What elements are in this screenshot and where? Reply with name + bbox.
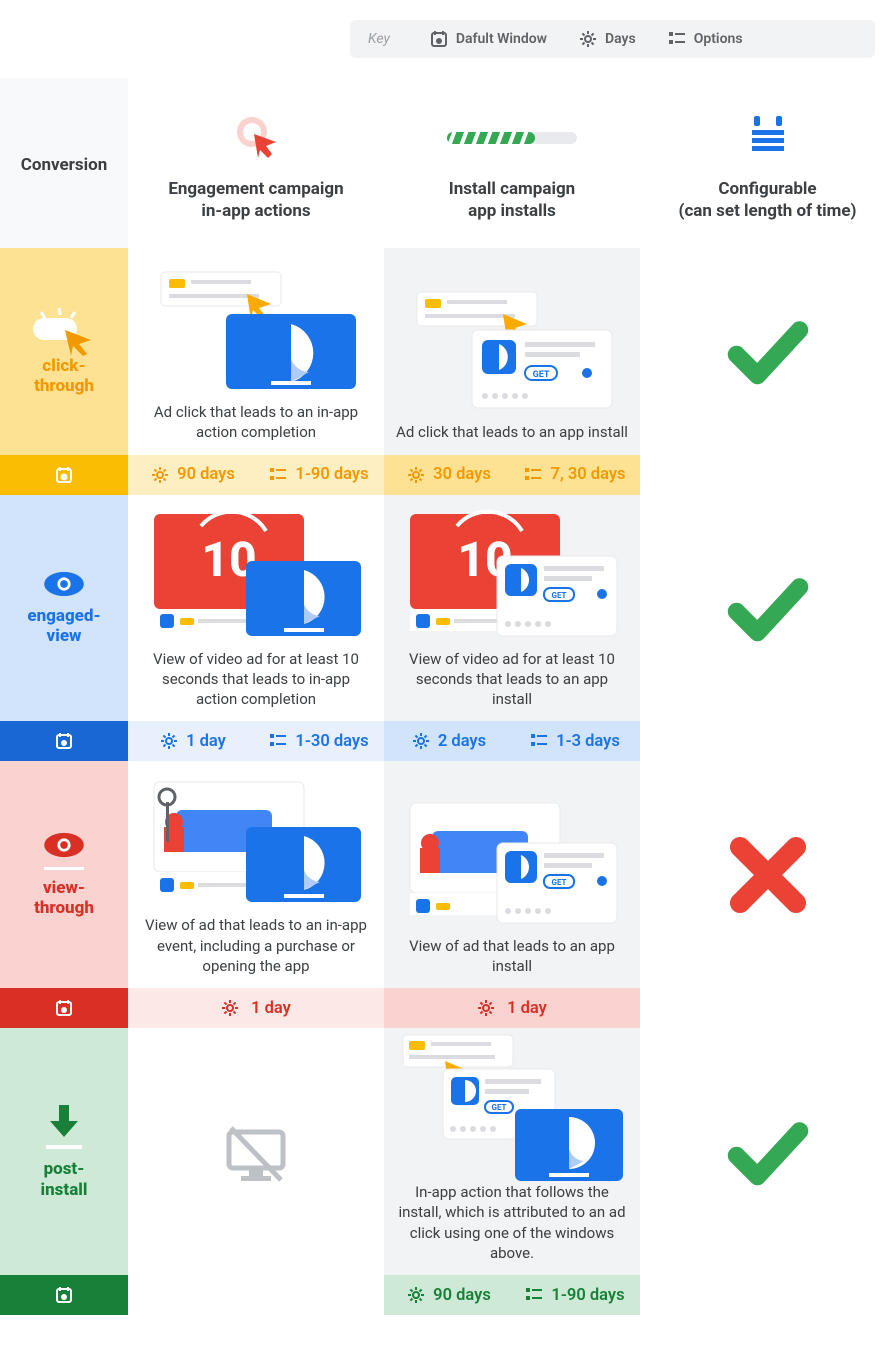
ad-click-to-install-illustration: GET bbox=[396, 284, 628, 414]
gear-icon bbox=[477, 999, 495, 1017]
cell-click-through-configurable bbox=[640, 248, 895, 455]
cell-post-install-install: GET In-app action that follows the insta… bbox=[384, 1028, 640, 1275]
progress-bar-icon bbox=[394, 108, 630, 168]
check-icon bbox=[718, 573, 818, 643]
check-icon bbox=[718, 316, 818, 386]
bar-click-through-empty bbox=[640, 455, 895, 495]
row-label-view-through: view- through bbox=[0, 761, 128, 988]
ad-to-install-to-app-illustration: GET bbox=[396, 1044, 628, 1174]
comparison-grid: Conversion Engagement campaign in-app ac… bbox=[0, 78, 895, 1315]
legend-default-window: Dafult Window bbox=[430, 30, 547, 48]
bar-click-through-engagement: 90 days 1-90 days bbox=[128, 455, 384, 495]
header-configurable: Configurable (can set length of time) bbox=[640, 78, 895, 248]
video-10s-to-install-illustration: 10 GET bbox=[396, 511, 628, 641]
cell-engaged-view-engagement: 10 View of video ad for at least 10 seco… bbox=[128, 495, 384, 722]
svg-text:GET: GET bbox=[492, 1103, 507, 1112]
legend-options: Options bbox=[668, 30, 743, 48]
gear-icon bbox=[151, 466, 169, 484]
cell-click-through-engagement: Ad click that leads to an in-app action … bbox=[128, 248, 384, 455]
click-button-icon bbox=[29, 306, 99, 356]
calendar-icon bbox=[430, 30, 448, 48]
cell-engaged-view-install: 10 GET View of video ad for at least 10 … bbox=[384, 495, 640, 722]
cell-view-through-install: GET View of ad that leads to an app inst… bbox=[384, 761, 640, 988]
bar-label-post-install bbox=[0, 1275, 128, 1315]
video-10s-to-app-illustration: 10 bbox=[140, 511, 372, 641]
legend-bar: Key Dafult Window Days Options bbox=[350, 20, 875, 58]
bar-engaged-view-install: 2 days 1-3 days bbox=[384, 721, 640, 761]
bar-label-engaged-view bbox=[0, 721, 128, 761]
list-icon bbox=[530, 732, 548, 750]
cross-icon bbox=[728, 835, 808, 915]
calendar-icon bbox=[55, 1286, 73, 1304]
ad-view-to-install-illustration: GET bbox=[396, 798, 628, 928]
calendar-lines-icon bbox=[650, 108, 885, 168]
bar-view-through-install: 1 day bbox=[384, 988, 640, 1028]
list-icon bbox=[525, 1286, 543, 1304]
list-icon bbox=[668, 30, 686, 48]
eye-icon bbox=[42, 831, 86, 859]
list-icon bbox=[269, 466, 287, 484]
cell-view-through-configurable bbox=[640, 761, 895, 988]
ad-view-to-app-illustration bbox=[140, 777, 372, 907]
gear-icon bbox=[221, 999, 239, 1017]
gear-icon bbox=[579, 30, 597, 48]
bar-post-install-engagement-empty bbox=[128, 1275, 384, 1315]
list-icon bbox=[269, 732, 287, 750]
calendar-icon bbox=[55, 732, 73, 750]
bar-post-install-install: 90 days 1-90 days bbox=[384, 1275, 640, 1315]
header-conversion: Conversion bbox=[0, 78, 128, 248]
svg-text:GET: GET bbox=[533, 370, 550, 380]
gear-icon bbox=[407, 466, 425, 484]
check-icon bbox=[718, 1117, 818, 1187]
ad-click-to-app-illustration bbox=[140, 264, 372, 394]
row-label-post-install: post- install bbox=[0, 1028, 128, 1275]
svg-text:GET: GET bbox=[552, 591, 567, 600]
gear-icon bbox=[412, 732, 430, 750]
cell-view-through-engagement: View of ad that leads to an in-app event… bbox=[128, 761, 384, 988]
calendar-icon bbox=[55, 999, 73, 1017]
cursor-click-icon bbox=[138, 108, 374, 168]
eye-icon bbox=[42, 570, 86, 598]
cell-click-through-install: GET Ad click that leads to an app instal… bbox=[384, 248, 640, 455]
gear-icon bbox=[407, 1286, 425, 1304]
header-engagement: Engagement campaign in-app actions bbox=[128, 78, 384, 248]
cell-post-install-configurable bbox=[640, 1028, 895, 1275]
legend-days: Days bbox=[579, 30, 636, 48]
download-icon bbox=[44, 1103, 84, 1143]
calendar-icon bbox=[55, 466, 73, 484]
legend-key: Key bbox=[368, 31, 390, 47]
bar-label-view-through bbox=[0, 988, 128, 1028]
bar-post-install-empty bbox=[640, 1275, 895, 1315]
row-label-engaged-view: engaged- view bbox=[0, 495, 128, 722]
cell-engaged-view-configurable bbox=[640, 495, 895, 722]
cell-post-install-engagement bbox=[128, 1028, 384, 1275]
bar-view-through-engagement: 1 day bbox=[128, 988, 384, 1028]
bar-engaged-view-empty bbox=[640, 721, 895, 761]
row-label-click-through: click- through bbox=[0, 248, 128, 455]
no-monitor-icon bbox=[221, 1124, 291, 1184]
bar-engaged-view-engagement: 1 day 1-30 days bbox=[128, 721, 384, 761]
bar-view-through-empty bbox=[640, 988, 895, 1028]
list-icon bbox=[524, 466, 542, 484]
bar-click-through-install: 30 days 7, 30 days bbox=[384, 455, 640, 495]
header-install: Install campaign app installs bbox=[384, 78, 640, 248]
bar-label-click-through bbox=[0, 455, 128, 495]
gear-icon bbox=[160, 732, 178, 750]
svg-text:GET: GET bbox=[552, 878, 567, 887]
